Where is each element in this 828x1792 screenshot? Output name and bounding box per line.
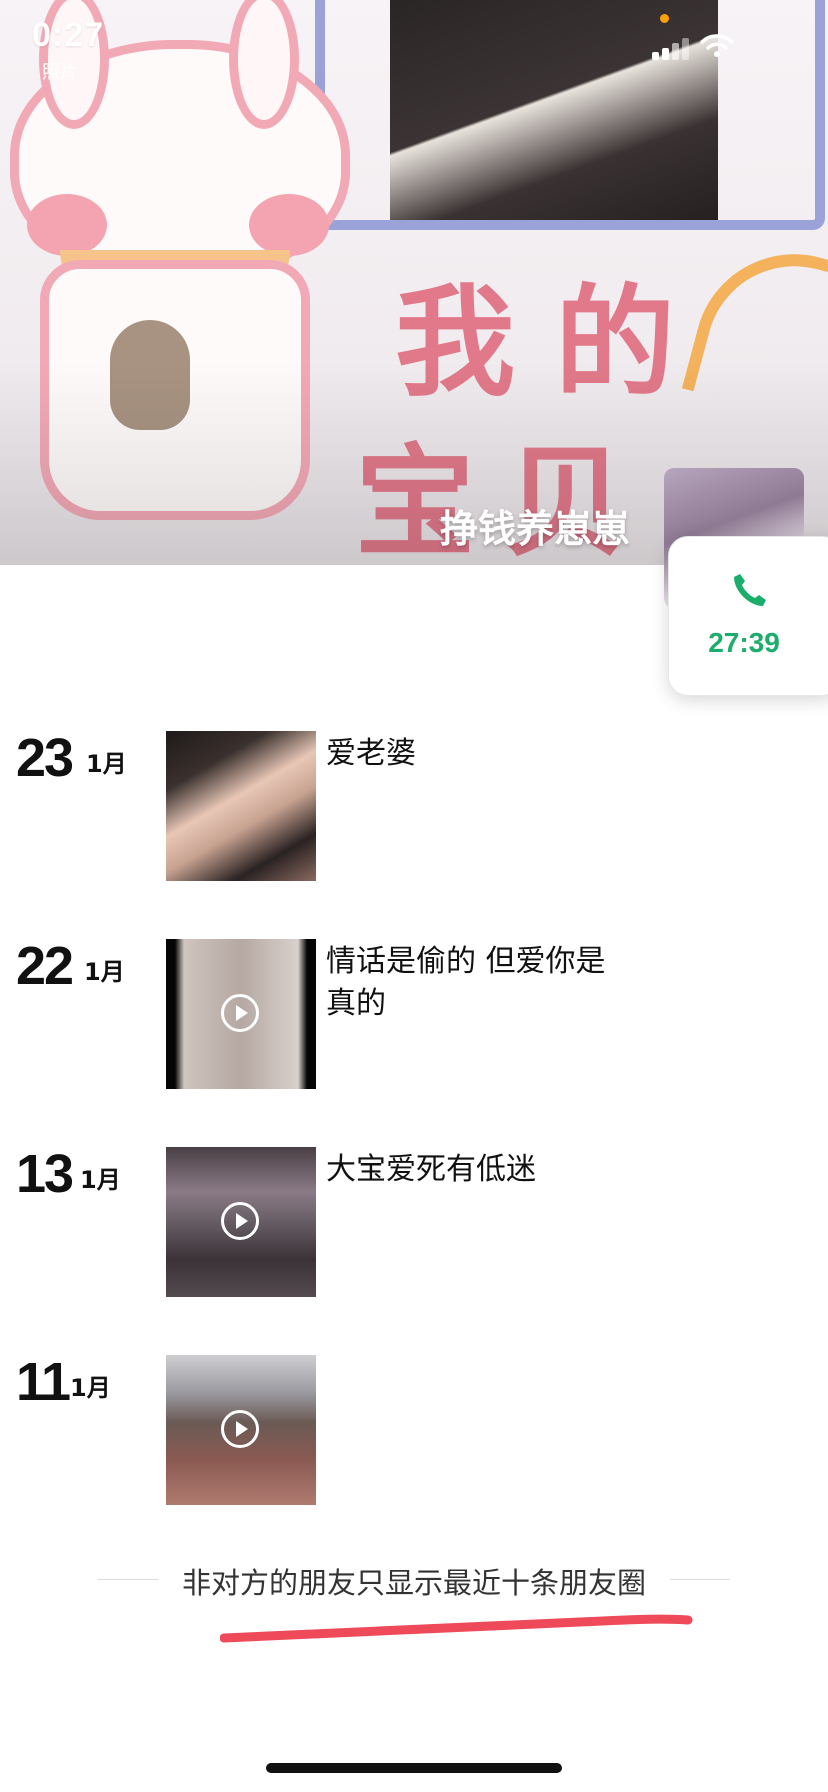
moment-post[interactable]: 23 1月 爱老婆 bbox=[0, 731, 828, 881]
bunny-cheek-left bbox=[27, 194, 107, 256]
post-month: 1月 bbox=[84, 958, 125, 986]
status-back-label[interactable]: 照片 bbox=[42, 58, 78, 84]
moment-post[interactable]: 22 1月 情话是偷的 但爱你是真的 bbox=[0, 939, 828, 1089]
home-indicator[interactable] bbox=[266, 1763, 562, 1773]
post-month: 1月 bbox=[86, 750, 127, 778]
moment-post[interactable]: 11 1月 bbox=[0, 1355, 828, 1505]
post-video-thumbnail[interactable] bbox=[166, 939, 316, 1089]
red-underline-annotation bbox=[220, 1614, 693, 1643]
post-day: 11 bbox=[16, 1352, 71, 1412]
wifi-icon bbox=[700, 34, 734, 57]
notice-divider-left bbox=[98, 1579, 158, 1580]
post-month: 1月 bbox=[70, 1374, 111, 1402]
notice-divider-right bbox=[670, 1579, 730, 1580]
post-text: 爱老婆 bbox=[326, 736, 416, 771]
moment-post[interactable]: 13 1月 大宝爱死有低迷 bbox=[0, 1147, 828, 1297]
signal-icon bbox=[652, 36, 692, 60]
status-time: 0:27 bbox=[32, 16, 105, 54]
post-day: 13 bbox=[16, 1144, 74, 1204]
floating-call-window[interactable]: 27:39 bbox=[668, 536, 828, 696]
call-duration: 27:39 bbox=[708, 627, 780, 658]
post-video-thumbnail[interactable] bbox=[166, 1147, 316, 1297]
profile-name: 挣钱养崽崽 bbox=[440, 507, 631, 551]
play-icon[interactable] bbox=[221, 1202, 259, 1240]
post-video-thumbnail[interactable] bbox=[166, 1355, 316, 1505]
bunny-cheek-right bbox=[249, 194, 329, 256]
post-day: 23 bbox=[16, 728, 74, 788]
play-icon[interactable] bbox=[221, 994, 259, 1032]
post-month: 1月 bbox=[80, 1166, 121, 1194]
phone-icon bbox=[734, 574, 766, 606]
post-day: 22 bbox=[16, 936, 74, 996]
cover-photo bbox=[390, 0, 718, 220]
play-icon[interactable] bbox=[221, 1410, 259, 1448]
bunny-ear-right bbox=[229, 0, 299, 129]
post-text: 情话是偷的 但爱你是真的 bbox=[326, 944, 606, 1021]
friends-only-notice: 非对方的朋友只显示最近十条朋友圈 bbox=[181, 1566, 646, 1600]
privacy-indicator-dot bbox=[660, 14, 669, 23]
post-text: 大宝爱死有低迷 bbox=[326, 1152, 536, 1187]
post-photo-thumbnail[interactable] bbox=[166, 731, 316, 881]
